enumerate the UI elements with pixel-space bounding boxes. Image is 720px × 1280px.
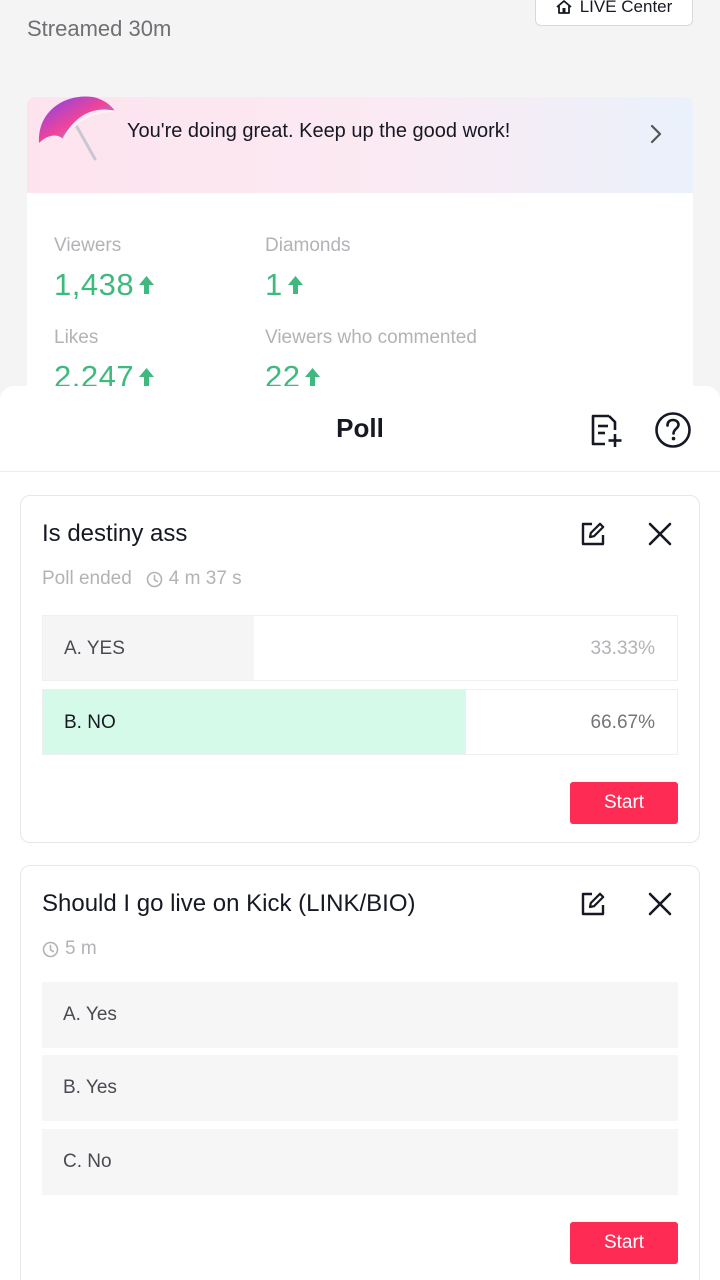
- edit-icon[interactable]: [579, 890, 607, 918]
- poll-card: Should I go live on Kick (LINK/BIO) 5 m …: [20, 865, 700, 1280]
- banner-message: You're doing great. Keep up the good wor…: [127, 120, 511, 142]
- help-icon[interactable]: [653, 410, 693, 450]
- stat-likes: Likes 2,247: [54, 327, 155, 395]
- stat-label: Viewers who commented: [265, 327, 477, 348]
- poll-option: B. NO 66.67%: [42, 689, 678, 755]
- poll-sheet: Poll Is destiny ass Poll ended 4 m 37 s …: [0, 386, 720, 1280]
- encouragement-banner[interactable]: You're doing great. Keep up the good wor…: [27, 96, 693, 193]
- option-label: C. No: [63, 1151, 112, 1172]
- live-center-label: LIVE Center: [579, 0, 673, 16]
- start-button[interactable]: Start: [570, 782, 678, 824]
- add-list-icon[interactable]: [585, 410, 625, 450]
- stat-diamonds: Diamonds 1: [265, 235, 351, 303]
- stat-viewers: Viewers 1,438: [54, 235, 155, 303]
- option-label: B. Yes: [63, 1077, 117, 1098]
- option-label: A. Yes: [63, 1004, 117, 1025]
- stat-label: Likes: [54, 327, 99, 348]
- poll-status: Poll ended: [42, 568, 132, 589]
- option-label: A. YES: [64, 638, 125, 659]
- poll-question: Should I go live on Kick (LINK/BIO): [42, 890, 416, 917]
- poll-duration: 4 m 37 s: [168, 568, 242, 589]
- option-percent: 66.67%: [590, 712, 655, 733]
- poll-option: A. Yes: [42, 982, 678, 1048]
- poll-duration: 5 m: [65, 938, 97, 959]
- option-percent: 33.33%: [590, 638, 655, 659]
- arrow-up-icon: [139, 368, 155, 386]
- start-button[interactable]: Start: [570, 1222, 678, 1264]
- poll-question: Is destiny ass: [42, 520, 188, 547]
- stat-value: 1: [265, 267, 283, 302]
- poll-meta: 5 m: [42, 938, 97, 960]
- sheet-header: Poll: [0, 386, 720, 472]
- poll-option: B. Yes: [42, 1055, 678, 1121]
- stat-value: 1,438: [54, 267, 135, 302]
- edit-icon[interactable]: [579, 520, 607, 548]
- house-icon: [556, 0, 572, 14]
- arrow-up-icon: [139, 276, 155, 294]
- stat-viewers-commented: Viewers who commented 22: [265, 327, 477, 395]
- poll-meta: Poll ended 4 m 37 s: [42, 568, 242, 590]
- arrow-up-icon: [287, 276, 303, 294]
- stat-label: Viewers: [54, 235, 122, 256]
- poll-option: C. No: [42, 1129, 678, 1195]
- option-label: B. NO: [64, 712, 116, 733]
- clock-icon: [42, 941, 59, 957]
- live-summary: Streamed 30m LIVE Center You're doing gr…: [0, 0, 720, 400]
- umbrella-icon: [38, 96, 116, 161]
- stats-card: Viewers 1,438 Diamonds 1 Likes 2,247 Vie…: [27, 193, 693, 400]
- poll-card: Is destiny ass Poll ended 4 m 37 s A. YE…: [20, 495, 700, 843]
- poll-option: A. YES 33.33%: [42, 615, 678, 681]
- clock-icon: [146, 571, 163, 587]
- close-icon[interactable]: [647, 521, 673, 547]
- streamed-duration: Streamed 30m: [27, 16, 172, 41]
- chevron-right-icon: [650, 124, 662, 144]
- stat-label: Diamonds: [265, 235, 351, 256]
- arrow-up-icon: [305, 368, 321, 386]
- close-icon[interactable]: [647, 891, 673, 917]
- live-center-button[interactable]: LIVE Center: [535, 0, 693, 26]
